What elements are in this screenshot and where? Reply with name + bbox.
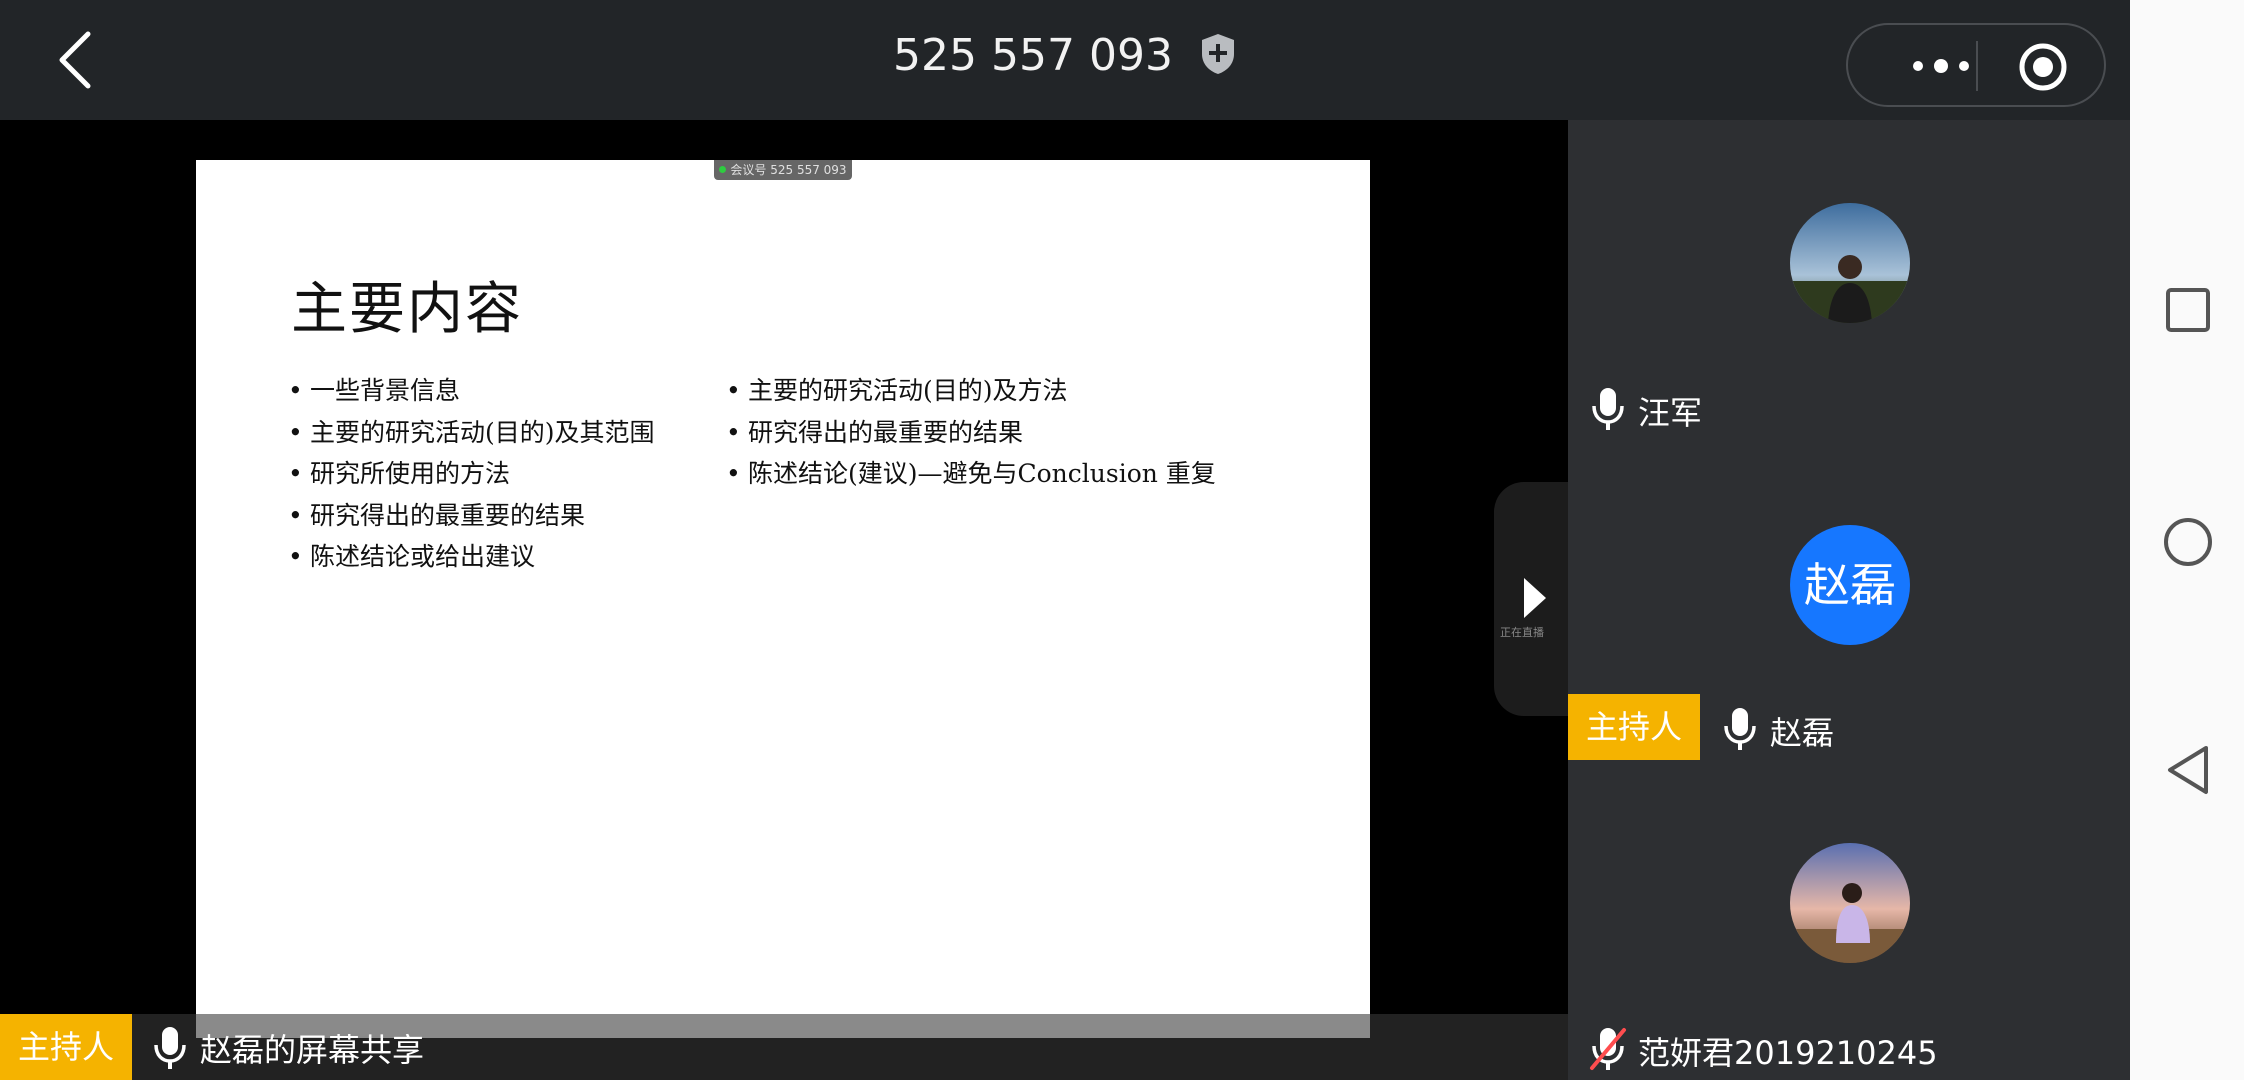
back-triangle-icon[interactable] xyxy=(2164,744,2212,796)
microphone-muted-icon xyxy=(1590,1028,1626,1070)
avatar-photo xyxy=(1790,843,1910,963)
top-bar: 525 557 093 xyxy=(0,0,2130,120)
overlay-tag-text: 会议号 525 557 093 xyxy=(730,163,847,177)
home-circle-icon[interactable] xyxy=(2162,516,2214,568)
meeting-id-title: 525 557 093 xyxy=(0,30,2130,81)
meeting-id-text: 525 557 093 xyxy=(893,30,1173,81)
slide-column-right: 主要的研究活动(目的)及方法 研究得出的最重要的结果 陈述结论(建议)—避免与C… xyxy=(726,370,1216,495)
avatar-photo xyxy=(1790,203,1910,323)
slide-bullet: 研究得出的最重要的结果 xyxy=(288,495,655,537)
slide-title: 主要内容 xyxy=(291,277,523,342)
play-right-icon xyxy=(1524,578,1546,618)
microphone-icon xyxy=(1724,708,1756,750)
microphone-icon xyxy=(1592,388,1624,430)
more-dots-icon[interactable] xyxy=(1906,51,1976,81)
meeting-id-overlay-tag: 会议号 525 557 093 xyxy=(714,160,852,180)
controls-divider xyxy=(1976,41,1978,91)
top-right-controls xyxy=(1846,23,2106,107)
collapse-panel-toggle[interactable]: 正在直播 xyxy=(1494,482,1568,716)
slide-column-left: 一些背景信息 主要的研究活动(目的)及其范围 研究所使用的方法 研究得出的最重要… xyxy=(288,370,655,578)
record-icon[interactable] xyxy=(2018,42,2068,92)
presentation-slide: 主要内容 一些背景信息 主要的研究活动(目的)及其范围 研究所使用的方法 研究得… xyxy=(196,160,1370,1038)
slide-bullet: 研究所使用的方法 xyxy=(288,453,655,495)
shield-plus-icon[interactable] xyxy=(1199,32,1237,76)
android-nav-bar xyxy=(2130,0,2244,1080)
participant-name: 范妍君2019210245 xyxy=(1638,1034,1938,1072)
screen-share-label: 赵磊的屏幕共享 xyxy=(200,1031,425,1069)
slide-bullet: 研究得出的最重要的结果 xyxy=(726,412,1216,454)
slide-bullet: 一些背景信息 xyxy=(288,370,655,412)
participant-name: 汪军 xyxy=(1638,394,1703,432)
avatar-participant-3[interactable] xyxy=(1790,843,1910,963)
host-badge: 主持人 xyxy=(0,1014,132,1080)
avatar-participant-1[interactable] xyxy=(1790,203,1910,323)
microphone-icon xyxy=(154,1027,186,1069)
live-status-text: 正在直播 xyxy=(1500,626,1544,639)
recents-square-icon[interactable] xyxy=(2164,286,2212,334)
slide-bullet: 主要的研究活动(目的)及其范围 xyxy=(288,412,655,454)
screen-share-area[interactable]: 主要内容 一些背景信息 主要的研究活动(目的)及其范围 研究所使用的方法 研究得… xyxy=(0,120,1568,1080)
slide-bullet: 陈述结论(建议)—避免与Conclusion 重复 xyxy=(726,453,1216,495)
host-badge: 主持人 xyxy=(1568,694,1700,760)
slide-bullet: 主要的研究活动(目的)及方法 xyxy=(726,370,1216,412)
participant-name: 赵磊 xyxy=(1770,714,1835,752)
live-dot-icon xyxy=(719,166,727,173)
avatar-participant-2[interactable]: 赵磊 xyxy=(1790,525,1910,645)
slide-bullet: 陈述结论或给出建议 xyxy=(288,536,655,578)
